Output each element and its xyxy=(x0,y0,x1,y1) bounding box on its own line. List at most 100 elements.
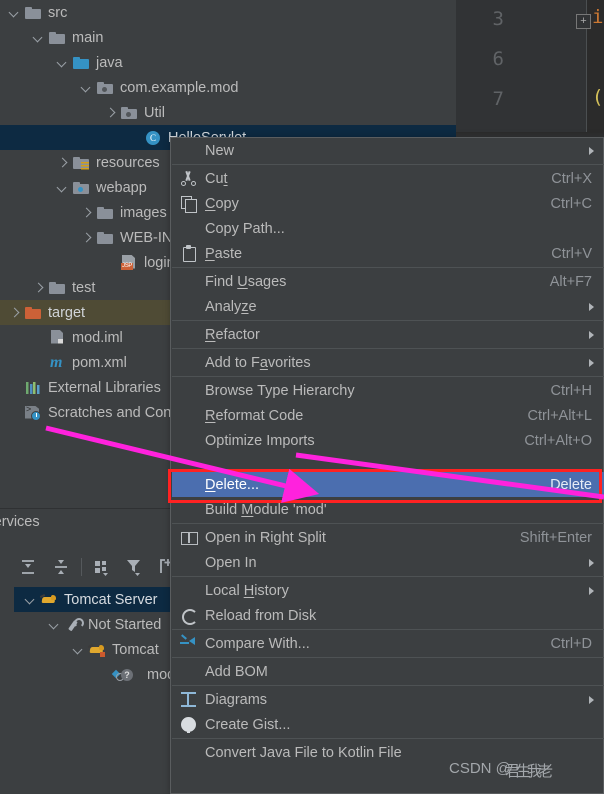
chevron-down-icon[interactable] xyxy=(56,181,69,194)
menu-item-cut[interactable]: Cut Ctrl+X xyxy=(172,166,604,191)
chevron-right-icon[interactable] xyxy=(56,156,69,169)
tree-item-package-com-example-mod[interactable]: com.example.mod xyxy=(0,75,456,100)
watermark: CSDN @ 君生我老 xyxy=(449,760,553,780)
menu-item-add-to-favorites[interactable]: Add to Favorites xyxy=(172,350,604,375)
tree-item-src[interactable]: src xyxy=(0,0,456,25)
tree-item-label: java xyxy=(96,54,123,71)
menu-item-new[interactable]: New xyxy=(172,138,604,163)
github-icon xyxy=(180,716,197,733)
libraries-icon xyxy=(25,380,42,396)
menu-item-copy[interactable]: Copy Ctrl+C xyxy=(172,191,604,216)
folder-excluded-icon xyxy=(25,305,42,321)
chevron-down-icon[interactable] xyxy=(8,6,21,19)
menu-item-delete[interactable]: Delete... Delete xyxy=(172,472,604,497)
menu-item-create-gist[interactable]: Create Gist... xyxy=(172,712,604,737)
chevron-right-icon xyxy=(589,146,594,155)
tree-item-label: test xyxy=(72,279,96,296)
chevron-right-icon[interactable] xyxy=(32,281,45,294)
menu-separator xyxy=(172,320,604,321)
context-menu[interactable]: New Cut Ctrl+X Copy Ctrl+C Copy Path... … xyxy=(170,137,604,794)
menu-item-label: Add BOM xyxy=(205,663,268,680)
menu-item-refactor[interactable]: Refactor xyxy=(172,322,604,347)
filter-icon[interactable] xyxy=(124,557,144,577)
folder-icon xyxy=(49,30,66,46)
menu-item-label: Add to Favorites xyxy=(205,354,311,371)
menu-item-browse-type-hierarchy[interactable]: Browse Type Hierarchy Ctrl+H xyxy=(172,378,604,403)
menu-item-copy-path[interactable]: Copy Path... xyxy=(172,216,604,241)
watermark-prefix: CSDN @ xyxy=(449,760,511,777)
line-number: 3 xyxy=(492,8,504,30)
menu-item-add-bom[interactable]: Add BOM xyxy=(172,659,604,684)
collapse-all-icon[interactable] xyxy=(51,557,71,577)
folder-resources-icon xyxy=(73,155,90,171)
tree-item-package-util[interactable]: Util xyxy=(0,100,456,125)
menu-item-local-history[interactable]: Local History xyxy=(172,578,604,603)
tomcat-icon xyxy=(39,592,58,608)
menu-item-compare-with[interactable]: Compare With... Ctrl+D xyxy=(172,631,604,656)
tree-item-java[interactable]: java xyxy=(0,50,456,75)
menu-item-shortcut: Ctrl+D xyxy=(550,635,593,652)
java-class-icon: C xyxy=(145,130,162,146)
chevron-right-icon[interactable] xyxy=(80,206,93,219)
menu-item-open-in-right-split[interactable]: Open in Right Split Shift+Enter xyxy=(172,525,604,550)
iml-file-icon xyxy=(49,329,66,346)
menu-item-reformat-code[interactable]: Reformat Code Ctrl+Alt+L xyxy=(172,403,604,428)
menu-item-paste[interactable]: Paste Ctrl+V xyxy=(172,241,604,266)
menu-item-label: Copy Path... xyxy=(205,220,285,237)
chevron-down-icon[interactable] xyxy=(48,618,61,631)
menu-item-find-usages[interactable]: Find Usages Alt+F7 xyxy=(172,269,604,294)
menu-item-label: Copy xyxy=(205,195,239,212)
menu-item-reload-from-disk[interactable]: Reload from Disk xyxy=(172,603,604,628)
menu-item-analyze[interactable]: Analyze xyxy=(172,294,604,319)
jsp-file-icon: JSP xyxy=(121,254,138,271)
menu-separator xyxy=(172,629,604,630)
chevron-right-icon[interactable] xyxy=(8,306,21,319)
expand-all-icon[interactable] xyxy=(18,557,38,577)
menu-item-diagrams[interactable]: Diagrams xyxy=(172,687,604,712)
menu-item-label: Convert Java File to Kotlin File xyxy=(205,744,402,761)
menu-item-label: Cut xyxy=(205,170,228,187)
tree-item-label: com.example.mod xyxy=(120,79,239,96)
tomcat-run-icon xyxy=(87,642,106,658)
chevron-down-icon[interactable] xyxy=(32,31,45,44)
code-fold-icon[interactable]: + xyxy=(576,14,591,29)
services-toolbar[interactable] xyxy=(14,554,194,580)
tree-item-label: main xyxy=(72,29,104,46)
group-by-icon[interactable] xyxy=(92,557,112,577)
tree-item-main[interactable]: main xyxy=(0,25,456,50)
menu-separator xyxy=(172,376,604,377)
chevron-right-icon xyxy=(589,558,594,567)
menu-item-label: Open In xyxy=(205,554,257,571)
ide-window: 3 6 7 + i ( src main java com.example.mo… xyxy=(0,0,604,794)
chevron-down-icon[interactable] xyxy=(24,593,37,606)
menu-separator xyxy=(172,348,604,349)
folder-icon xyxy=(97,230,114,246)
chevron-down-icon[interactable] xyxy=(80,81,93,94)
paste-icon xyxy=(180,245,197,262)
chevron-down-icon[interactable] xyxy=(56,56,69,69)
services-title: Services xyxy=(0,514,40,530)
tree-item-label: pom.xml xyxy=(72,354,127,371)
menu-item-label: Compare With... xyxy=(205,635,310,652)
chevron-right-icon[interactable] xyxy=(104,106,117,119)
menu-item-build-module[interactable]: Build Module 'mod' xyxy=(172,497,604,522)
reload-icon xyxy=(180,607,198,625)
menu-item-shortcut: Delete xyxy=(550,476,592,493)
menu-separator xyxy=(172,523,604,524)
code-editor-strip[interactable]: 3 6 7 + i ( xyxy=(455,0,604,132)
menu-item-shortcut: Ctrl+Alt+L xyxy=(527,407,592,424)
menu-item-open-in[interactable]: Open In xyxy=(172,550,604,575)
watermark-handle: 君生我老 xyxy=(505,763,553,780)
chevron-down-icon[interactable] xyxy=(72,643,85,656)
menu-item-optimize-imports[interactable]: Optimize Imports Ctrl+Alt+O xyxy=(172,428,604,453)
tree-item-label: src xyxy=(48,4,68,21)
services-item-label: Not Started xyxy=(88,616,162,633)
compare-icon xyxy=(180,634,197,652)
chevron-right-icon[interactable] xyxy=(80,231,93,244)
